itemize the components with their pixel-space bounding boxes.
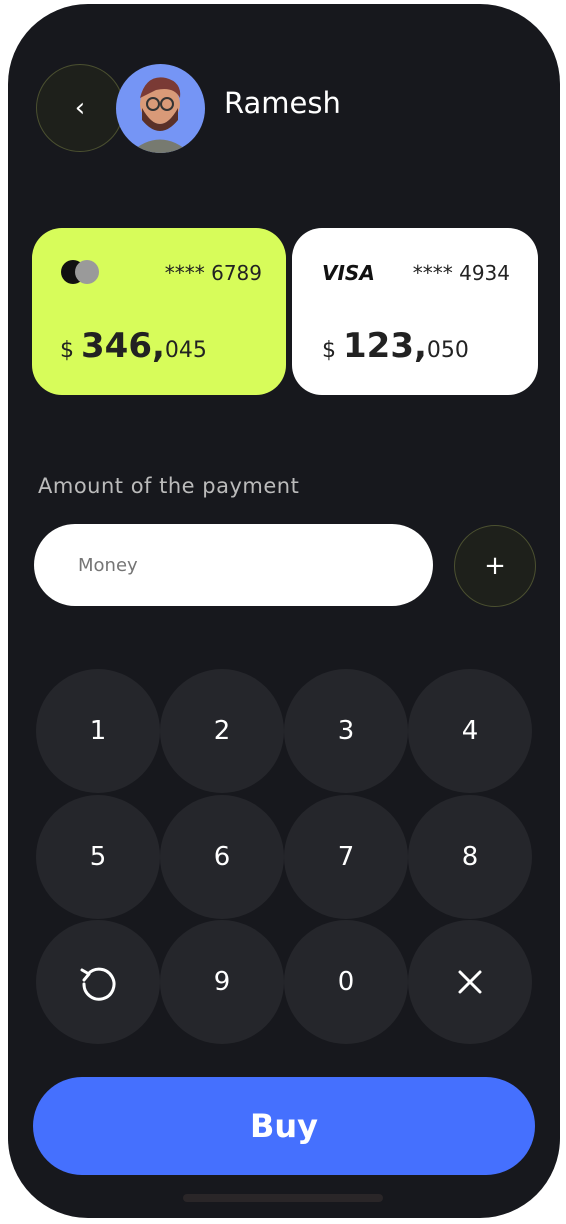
key-0[interactable]: 0	[284, 920, 408, 1044]
chevron-left-icon: ‹	[74, 93, 86, 123]
visa-logo: VISA	[322, 261, 375, 285]
key-1[interactable]: 1	[36, 669, 160, 793]
currency: $	[322, 338, 336, 363]
plus-icon: +	[484, 551, 506, 581]
amount-cents: 045	[164, 338, 207, 363]
home-indicator[interactable]	[183, 1194, 383, 1202]
reset-icon	[80, 967, 116, 1001]
key-clear[interactable]	[408, 920, 532, 1044]
key-6[interactable]: 6	[160, 795, 284, 919]
key-8[interactable]: 8	[408, 795, 532, 919]
avatar	[116, 64, 205, 153]
add-button[interactable]: +	[454, 525, 536, 607]
mastercard-icon	[61, 260, 99, 284]
key-reset[interactable]	[36, 920, 160, 1044]
key-9[interactable]: 9	[160, 920, 284, 1044]
key-4[interactable]: 4	[408, 669, 532, 793]
currency: $	[60, 338, 74, 363]
close-icon	[458, 970, 482, 994]
money-input[interactable]	[34, 524, 433, 606]
key-2[interactable]: 2	[160, 669, 284, 793]
buy-button[interactable]: Buy	[33, 1077, 535, 1175]
amount-main: 346,	[81, 326, 165, 366]
amount-main: 123,	[343, 326, 427, 366]
back-button[interactable]: ‹	[36, 64, 124, 152]
card-number: **** 6789	[164, 261, 262, 285]
amount-cents: 050	[426, 338, 469, 363]
card-mastercard[interactable]: **** 6789 $ 346,045	[32, 228, 286, 395]
key-5[interactable]: 5	[36, 795, 160, 919]
key-3[interactable]: 3	[284, 669, 408, 793]
user-name: Ramesh	[224, 86, 341, 120]
payment-label: Amount of the payment	[38, 474, 300, 498]
key-7[interactable]: 7	[284, 795, 408, 919]
card-visa[interactable]: VISA **** 4934 $ 123,050	[292, 228, 538, 395]
card-number: **** 4934	[412, 261, 510, 285]
